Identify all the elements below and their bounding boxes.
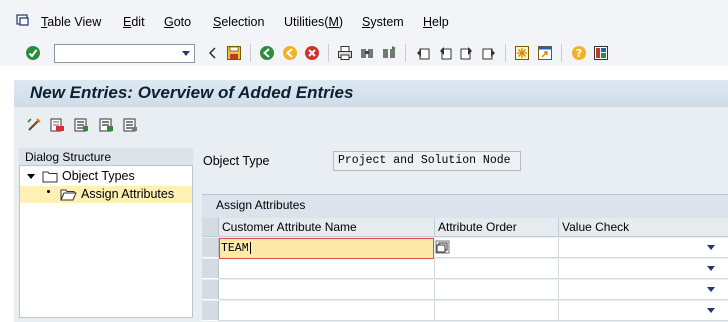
menu-system[interactable]: System [362, 15, 404, 29]
exit-icon[interactable] [281, 44, 299, 62]
customer-attribute-name-input[interactable] [219, 259, 435, 279]
page-title: New Entries: Overview of Added Entries [30, 83, 354, 102]
value-check-select[interactable] [559, 301, 728, 321]
menu-edit[interactable]: Edit [123, 15, 145, 29]
tree-node-label: Object Types [62, 169, 135, 183]
column-header-customer-attribute-name[interactable]: Customer Attribute Name [219, 218, 435, 237]
column-header-value-check[interactable]: Value Check [559, 218, 728, 237]
open-folder-icon [60, 189, 77, 200]
menu-utilities[interactable]: Utilities(M) [284, 15, 343, 29]
toolbar-spacer [0, 66, 728, 80]
value-check-select[interactable] [559, 238, 728, 258]
object-type-field: Project and Solution Node [333, 151, 521, 171]
attribute-order-input[interactable] [435, 301, 559, 321]
customize-layout-icon[interactable] [592, 44, 610, 62]
chevron-down-icon[interactable] [707, 245, 715, 250]
attribute-order-input[interactable] [435, 238, 559, 258]
previous-page-icon[interactable] [436, 44, 454, 62]
print-icon[interactable] [336, 44, 354, 62]
dialog-structure-title: Dialog Structure [25, 150, 112, 164]
customer-attribute-name-input[interactable]: TEAM [219, 238, 434, 259]
row-selector[interactable] [202, 301, 219, 321]
chevron-down-icon[interactable] [707, 287, 715, 292]
row-selector[interactable] [202, 259, 219, 279]
table-title: Assign Attributes [216, 198, 306, 212]
customer-attribute-name-input[interactable] [219, 301, 435, 321]
value-check-select[interactable] [559, 259, 728, 279]
object-type-label: Object Type [203, 154, 270, 168]
command-field[interactable] [54, 44, 195, 63]
menu-help[interactable]: Help [423, 15, 449, 29]
toolbar-divider [405, 44, 406, 62]
save-icon[interactable] [225, 44, 243, 62]
toolbar-divider [561, 44, 562, 62]
expanded-triangle-icon[interactable] [27, 173, 35, 179]
customer-attribute-name-input[interactable] [219, 280, 435, 300]
select-all-rows-button[interactable] [202, 218, 219, 237]
tree-bullet [47, 190, 50, 193]
chevron-down-icon[interactable] [707, 308, 715, 313]
back-icon[interactable] [258, 44, 276, 62]
svg-text:?: ? [576, 47, 582, 60]
cancel-icon[interactable] [303, 44, 321, 62]
value-help-icon[interactable] [435, 240, 451, 255]
chevron-down-icon[interactable] [178, 45, 194, 62]
select-all-icon[interactable] [72, 116, 90, 134]
deselect-all-icon[interactable] [121, 116, 139, 134]
find-next-icon[interactable] [380, 44, 398, 62]
chevron-down-icon[interactable] [707, 266, 715, 271]
change-display-icon[interactable] [25, 116, 43, 134]
toolbar-divider [505, 44, 506, 62]
delete-icon[interactable] [48, 116, 66, 134]
folder-icon [42, 171, 58, 182]
menu-table-view[interactable]: Table View [41, 15, 101, 29]
next-page-icon[interactable] [458, 44, 476, 62]
row-selector[interactable] [202, 280, 219, 300]
enter-icon[interactable] [24, 44, 42, 62]
help-icon[interactable]: ? [570, 44, 588, 62]
value-check-select[interactable] [559, 280, 728, 300]
scroll-left-icon[interactable] [203, 44, 221, 62]
menu-selection[interactable]: Selection [213, 15, 264, 29]
select-block-icon[interactable] [97, 116, 115, 134]
tree-node-object-types[interactable]: Object Types [27, 169, 135, 183]
system-menu-icon[interactable] [16, 14, 30, 26]
toolbar-divider [328, 44, 329, 62]
toolbar-divider [250, 44, 251, 62]
last-page-icon[interactable] [480, 44, 498, 62]
tree-node-label: Assign Attributes [81, 187, 175, 201]
column-header-attribute-order[interactable]: Attribute Order [435, 218, 559, 237]
attribute-order-input[interactable] [435, 280, 559, 300]
row-selector[interactable] [202, 238, 219, 258]
shortcut-icon[interactable] [536, 44, 554, 62]
create-session-icon[interactable] [513, 44, 531, 62]
tree-node-assign-attributes[interactable]: Assign Attributes [60, 187, 174, 201]
attribute-order-input[interactable] [435, 259, 559, 279]
first-page-icon[interactable] [414, 44, 432, 62]
find-icon[interactable] [358, 44, 376, 62]
menu-goto[interactable]: Goto [164, 15, 191, 29]
